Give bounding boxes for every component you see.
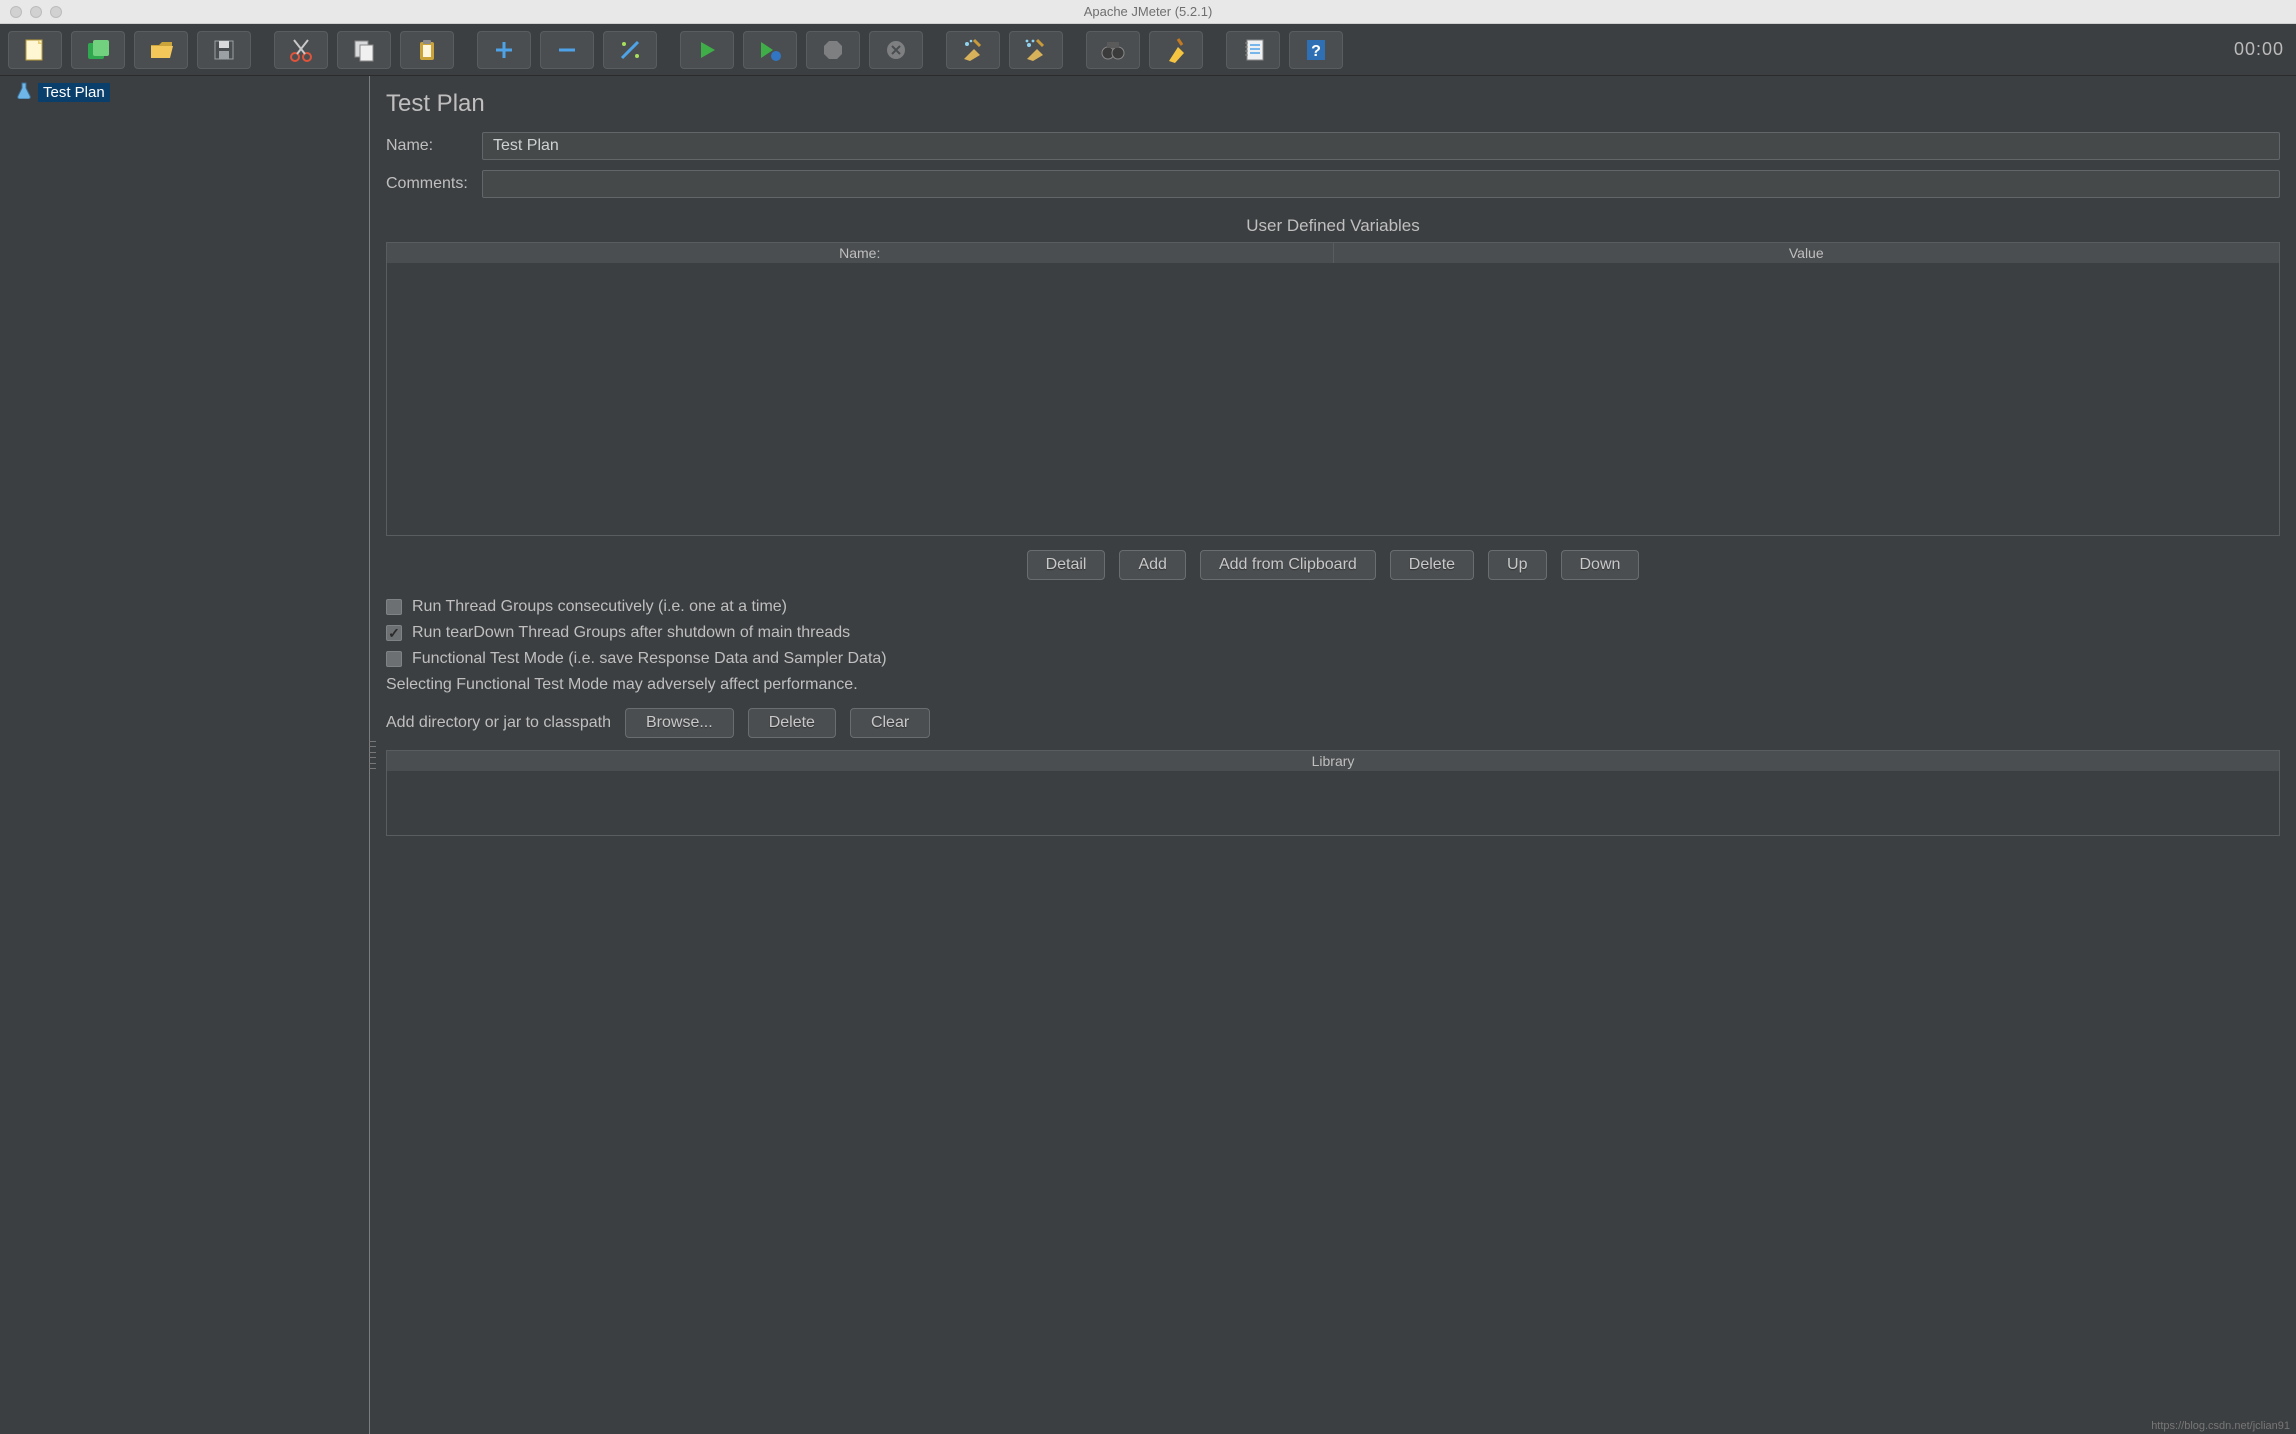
clipboard-icon (414, 37, 440, 63)
functional-note: Selecting Functional Test Mode may adver… (386, 676, 2280, 694)
copy-button[interactable] (337, 31, 391, 69)
comments-input[interactable] (482, 170, 2280, 198)
traffic-light-zoom[interactable] (50, 6, 62, 18)
open-button[interactable] (134, 31, 188, 69)
classpath-clear-button[interactable]: Clear (850, 708, 930, 738)
classpath-label: Add directory or jar to classpath (386, 714, 611, 732)
expand-button[interactable] (477, 31, 531, 69)
shutdown-icon (884, 38, 908, 62)
functional-label: Functional Test Mode (i.e. save Response… (412, 650, 887, 668)
broom-all-icon (1023, 37, 1049, 63)
scissors-icon (288, 37, 314, 63)
cut-button[interactable] (274, 31, 328, 69)
teardown-label: Run tearDown Thread Groups after shutdow… (412, 624, 850, 642)
add-from-clipboard-button[interactable]: Add from Clipboard (1200, 550, 1376, 580)
up-button[interactable]: Up (1488, 550, 1546, 580)
svg-text:?: ? (1311, 43, 1321, 60)
test-plan-tree[interactable]: Test Plan (0, 76, 370, 1434)
templates-icon (85, 37, 111, 63)
window-title: Apache JMeter (5.2.1) (0, 4, 2296, 19)
stop-icon (821, 38, 845, 62)
collapse-button[interactable] (540, 31, 594, 69)
udv-body[interactable] (387, 263, 2279, 535)
minus-icon (556, 39, 578, 61)
down-button[interactable]: Down (1561, 550, 1640, 580)
main-toolbar: ? 00:00 (0, 24, 2296, 76)
library-col: Library (387, 751, 2279, 771)
udv-table[interactable]: Name: Value (386, 242, 2280, 536)
save-icon (211, 37, 237, 63)
start-button[interactable] (680, 31, 734, 69)
save-button[interactable] (197, 31, 251, 69)
help-icon: ? (1304, 37, 1328, 63)
consecutive-checkbox[interactable] (386, 599, 402, 615)
clear-all-button[interactable] (1009, 31, 1063, 69)
search-button[interactable] (1086, 31, 1140, 69)
watermark: https://blog.csdn.net/jclian91 (2151, 1420, 2290, 1432)
browse-button[interactable]: Browse... (625, 708, 734, 738)
functional-checkbox[interactable] (386, 651, 402, 667)
plus-icon (493, 39, 515, 61)
paste-button[interactable] (400, 31, 454, 69)
function-helper-button[interactable] (1226, 31, 1280, 69)
shutdown-button[interactable] (869, 31, 923, 69)
tree-node-test-plan[interactable]: Test Plan (0, 80, 369, 104)
traffic-light-minimize[interactable] (30, 6, 42, 18)
folder-open-icon (148, 37, 174, 63)
flask-icon (16, 81, 32, 104)
broom-icon (960, 37, 986, 63)
detail-button[interactable]: Detail (1027, 550, 1106, 580)
help-button[interactable]: ? (1289, 31, 1343, 69)
play-skip-icon (758, 39, 782, 61)
classpath-delete-button[interactable]: Delete (748, 708, 836, 738)
consecutive-label: Run Thread Groups consecutively (i.e. on… (412, 598, 787, 616)
mac-titlebar: Apache JMeter (5.2.1) (0, 0, 2296, 24)
teardown-checkbox[interactable] (386, 625, 402, 641)
delete-button[interactable]: Delete (1390, 550, 1474, 580)
clear-button[interactable] (946, 31, 1000, 69)
wand-icon (617, 37, 643, 63)
library-body[interactable] (387, 771, 2279, 835)
comments-label: Comments: (386, 175, 482, 193)
play-icon (696, 39, 718, 61)
broom-yellow-icon (1164, 37, 1188, 63)
udv-col-value: Value (1334, 243, 2280, 263)
file-new-icon (22, 37, 48, 63)
new-button[interactable] (8, 31, 62, 69)
templates-button[interactable] (71, 31, 125, 69)
name-label: Name: (386, 137, 482, 155)
library-table[interactable]: Library (386, 750, 2280, 836)
toggle-button[interactable] (603, 31, 657, 69)
editor-panel: Test Plan Name: Comments: User Defined V… (370, 76, 2296, 1434)
copy-icon (351, 37, 377, 63)
reset-search-button[interactable] (1149, 31, 1203, 69)
binoculars-icon (1100, 39, 1126, 61)
panel-title: Test Plan (386, 90, 2280, 118)
traffic-light-close[interactable] (10, 6, 22, 18)
tree-node-label: Test Plan (38, 83, 110, 102)
udv-title: User Defined Variables (386, 216, 2280, 236)
name-input[interactable] (482, 132, 2280, 160)
notebook-icon (1241, 37, 1265, 63)
start-no-timers-button[interactable] (743, 31, 797, 69)
udv-col-name: Name: (387, 243, 1334, 263)
stop-button[interactable] (806, 31, 860, 69)
add-button[interactable]: Add (1119, 550, 1185, 580)
elapsed-timer: 00:00 (2234, 39, 2288, 60)
